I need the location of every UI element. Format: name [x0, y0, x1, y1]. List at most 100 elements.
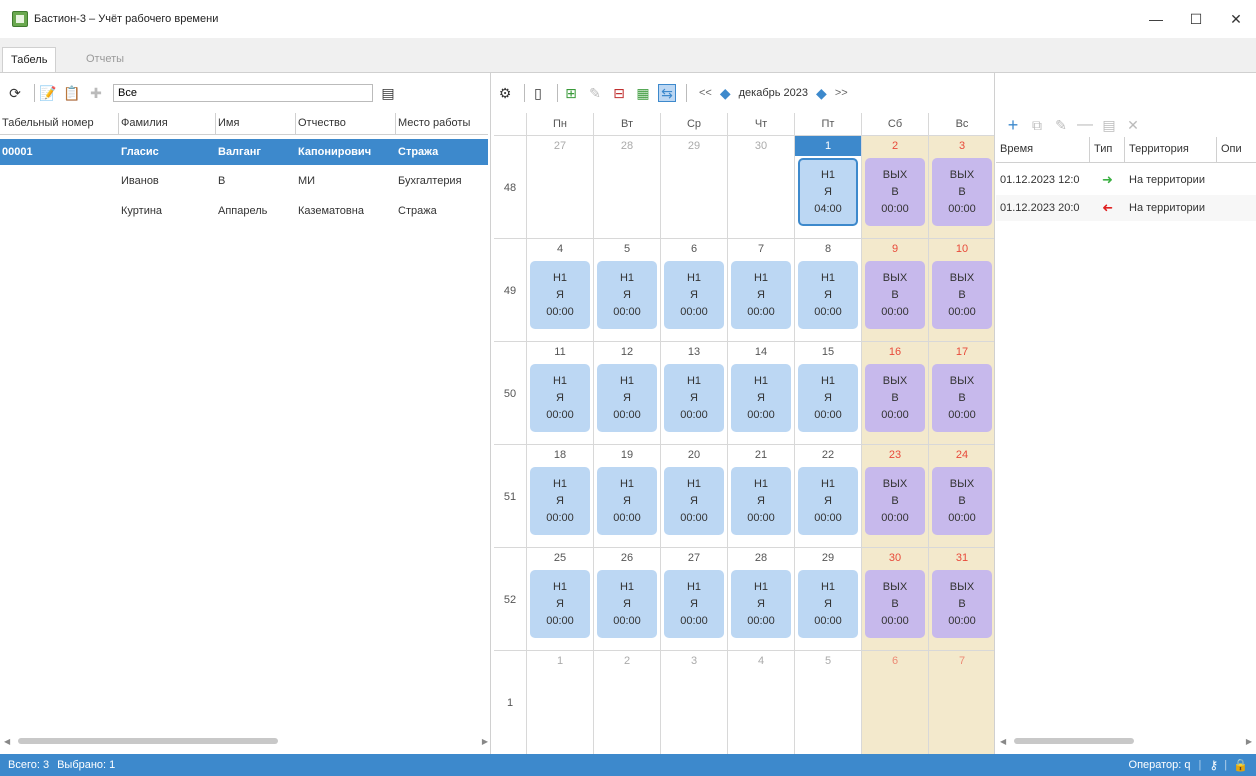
copy-icon[interactable]: ⧉ [1028, 116, 1046, 134]
day-schedule-badge[interactable]: Н1 Я 04:00 [798, 158, 858, 226]
copy-schedule-icon[interactable]: 📋 [63, 84, 81, 102]
calendar-day[interactable]: 30 [727, 136, 794, 239]
table-row[interactable]: 01.12.2023 12:0 ➜ На территории [996, 167, 1256, 193]
edit-schedule-icon[interactable]: 📝 [39, 84, 57, 102]
cancel-icon[interactable]: ✕ [1124, 116, 1142, 134]
calendar-day[interactable]: 13 Н1 Я 00:00 [660, 342, 727, 445]
calendar-day[interactable]: 26 Н1 Я 00:00 [593, 548, 660, 651]
nav-prev-year[interactable]: << [699, 87, 712, 99]
scroll-left-icon[interactable]: ◀ [4, 737, 10, 746]
day-schedule-badge[interactable]: Н1 Я 00:00 [731, 570, 791, 638]
pane-divider[interactable] [490, 73, 491, 755]
calendar-day[interactable]: 16 ВЫХ В 00:00 [861, 342, 928, 445]
scroll-left-icon[interactable]: ◀ [1000, 737, 1006, 746]
document-icon[interactable]: ▯ [529, 84, 547, 102]
day-schedule-badge[interactable]: Н1 Я 00:00 [731, 261, 791, 329]
calendar-day[interactable]: 2 [593, 651, 660, 754]
maximize-button[interactable]: ☐ [1176, 0, 1216, 38]
tab-tabel[interactable]: Табель [2, 47, 57, 72]
day-schedule-badge[interactable]: Н1 Я 00:00 [530, 364, 590, 432]
day-schedule-badge[interactable]: Н1 Я 00:00 [530, 261, 590, 329]
tab-reports[interactable]: Отчеты [78, 47, 132, 72]
calendar-day[interactable]: 4 Н1 Я 00:00 [526, 239, 593, 342]
calendar-day[interactable]: 24 ВЫХ В 00:00 [928, 445, 995, 548]
column-header-type[interactable]: Тип [1090, 137, 1125, 162]
day-schedule-badge[interactable]: ВЫХ В 00:00 [932, 364, 992, 432]
calendar-day[interactable]: 6 [861, 651, 928, 754]
calendar-day[interactable]: 17 ВЫХ В 00:00 [928, 342, 995, 445]
calendar-day[interactable]: 29 [660, 136, 727, 239]
arrow-left-icon[interactable]: ◆ [720, 85, 731, 102]
day-schedule-badge[interactable]: ВЫХ В 00:00 [865, 467, 925, 535]
remove-icon[interactable]: — [1076, 116, 1094, 134]
day-schedule-badge[interactable]: Н1 Я 00:00 [731, 467, 791, 535]
calendar-day[interactable]: 9 ВЫХ В 00:00 [861, 239, 928, 342]
calendar-day[interactable]: 30 ВЫХ В 00:00 [861, 548, 928, 651]
day-schedule-badge[interactable]: Н1 Я 00:00 [530, 467, 590, 535]
remove-day-icon[interactable]: ⊟ [610, 84, 628, 102]
day-schedule-badge[interactable]: ВЫХ В 00:00 [865, 158, 925, 226]
column-header-name[interactable]: Имя [216, 113, 296, 134]
lock-icon[interactable]: 🔒 [1233, 758, 1248, 772]
calendar-day[interactable]: 27 [526, 136, 593, 239]
column-header-time[interactable]: Время [996, 137, 1090, 162]
calendar-day[interactable]: 1 [526, 651, 593, 754]
day-schedule-badge[interactable]: Н1 Я 00:00 [798, 364, 858, 432]
calendar-day[interactable]: 5 [794, 651, 861, 754]
nav-next-year[interactable]: >> [835, 87, 848, 99]
day-schedule-badge[interactable]: Н1 Я 00:00 [798, 261, 858, 329]
settings-gear-icon[interactable]: ⚙ [496, 84, 514, 102]
column-header-patronymic[interactable]: Отчество [296, 113, 396, 134]
day-schedule-badge[interactable]: Н1 Я 00:00 [597, 570, 657, 638]
close-button[interactable]: ✕ [1216, 0, 1256, 38]
day-schedule-badge[interactable]: Н1 Я 00:00 [597, 261, 657, 329]
add-day-icon[interactable]: ⊞ [562, 84, 580, 102]
scroll-thumb[interactable] [18, 738, 279, 744]
table-row[interactable]: 00001 Гласис Валганг Капонирович Стража [0, 139, 488, 165]
day-schedule-badge[interactable]: ВЫХ В 00:00 [865, 261, 925, 329]
minimize-button[interactable]: — [1136, 0, 1176, 38]
calendar-day[interactable]: 5 Н1 Я 00:00 [593, 239, 660, 342]
edit-day-icon[interactable]: ✎ [586, 84, 604, 102]
table-row[interactable]: Куртина Аппарель Казематовна Стража [0, 198, 488, 224]
calendar-day[interactable]: 4 [727, 651, 794, 754]
day-schedule-badge[interactable]: Н1 Я 00:00 [597, 467, 657, 535]
calendar-day[interactable]: 3 ВЫХ В 00:00 [928, 136, 995, 239]
key-icon[interactable]: ⚷ [1209, 758, 1218, 772]
employee-filter-input[interactable] [113, 84, 373, 102]
registration-hscrollbar[interactable]: ◀ ▶ [1000, 733, 1252, 749]
day-schedule-badge[interactable]: Н1 Я 00:00 [731, 364, 791, 432]
calendar-day[interactable]: 10 ВЫХ В 00:00 [928, 239, 995, 342]
day-schedule-badge[interactable]: Н1 Я 00:00 [530, 570, 590, 638]
calendar-day[interactable]: 31 ВЫХ В 00:00 [928, 548, 995, 651]
pane-divider[interactable] [994, 73, 995, 755]
calendar-day[interactable]: 22 Н1 Я 00:00 [794, 445, 861, 548]
sync-icon[interactable]: ⇆ [658, 84, 676, 102]
calendar-day[interactable]: 28 [593, 136, 660, 239]
calendar-day[interactable]: 29 Н1 Я 00:00 [794, 548, 861, 651]
calendar-day[interactable]: 12 Н1 Я 00:00 [593, 342, 660, 445]
scroll-thumb[interactable] [1014, 738, 1135, 744]
table-row[interactable]: 01.12.2023 20:0 ➜ На территории [996, 195, 1256, 221]
calendar-day[interactable]: 27 Н1 Я 00:00 [660, 548, 727, 651]
refresh-icon[interactable]: ⟳ [6, 84, 24, 102]
calendar-day[interactable]: 25 Н1 Я 00:00 [526, 548, 593, 651]
day-schedule-badge[interactable]: Н1 Я 00:00 [664, 364, 724, 432]
table-row[interactable]: Иванов В МИ Бухгалтерия [0, 168, 488, 194]
column-header-surname[interactable]: Фамилия [119, 113, 216, 134]
day-schedule-badge[interactable]: ВЫХ В 00:00 [932, 261, 992, 329]
calendar-day[interactable]: 28 Н1 Я 00:00 [727, 548, 794, 651]
calendar-day[interactable]: 11 Н1 Я 00:00 [526, 342, 593, 445]
day-schedule-badge[interactable]: Н1 Я 00:00 [664, 467, 724, 535]
day-schedule-badge[interactable]: Н1 Я 00:00 [798, 570, 858, 638]
calendar-day[interactable]: 7 Н1 Я 00:00 [727, 239, 794, 342]
day-schedule-badge[interactable]: ВЫХ В 00:00 [865, 364, 925, 432]
day-schedule-badge[interactable]: Н1 Я 00:00 [597, 364, 657, 432]
employee-hscrollbar[interactable]: ◀ ▶ [4, 733, 488, 749]
filter-options-icon[interactable]: ▤ [379, 84, 397, 102]
calendar-day[interactable]: 19 Н1 Я 00:00 [593, 445, 660, 548]
calendar-day[interactable]: 14 Н1 Я 00:00 [727, 342, 794, 445]
column-header-tabnum[interactable]: Табельный номер [0, 113, 119, 134]
calendar-day[interactable]: 20 Н1 Я 00:00 [660, 445, 727, 548]
column-header-workplace[interactable]: Место работы [396, 113, 488, 134]
